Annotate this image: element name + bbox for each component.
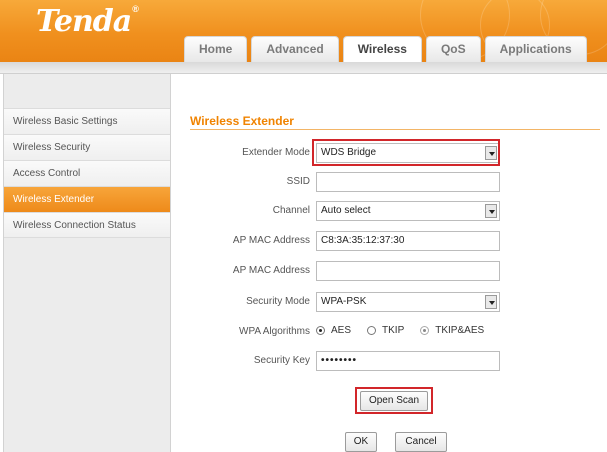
security-key-input[interactable]: •••••••• [316, 351, 500, 371]
dropdown-arrow-icon[interactable] [485, 295, 497, 309]
ap-mac-input-1[interactable]: C8:3A:35:12:37:30 [316, 231, 500, 251]
ap-mac-row-2: AP MAC Address [190, 261, 510, 283]
ap-mac-input-2[interactable] [316, 261, 500, 281]
channel-label: Channel [272, 205, 310, 216]
security-mode-value: WPA-PSK [321, 296, 367, 307]
cancel-button[interactable]: Cancel [395, 432, 447, 452]
sidebar: Wireless Basic Settings Wireless Securit… [3, 74, 171, 452]
ap-mac-label: AP MAC Address [232, 265, 310, 276]
ap-mac-row-1: AP MAC Address C8:3A:35:12:37:30 [190, 231, 510, 253]
wpa-algorithms-row: WPA Algorithms AES TKIP TKIP&AES [190, 322, 510, 344]
radio-tkip-aes-indicator[interactable] [420, 326, 430, 335]
radio-tkip-aes[interactable]: TKIP&AES [420, 325, 484, 336]
sidebar-item-wireless-security[interactable]: Wireless Security [4, 134, 170, 160]
radio-tkip[interactable]: TKIP [367, 325, 404, 336]
wpa-algorithms-radio-group: AES TKIP TKIP&AES [316, 325, 484, 336]
header-divider [0, 62, 607, 74]
open-scan-highlight [355, 387, 433, 414]
tab-home[interactable]: Home [184, 36, 248, 62]
header-bar: Tenda® Home Advanced Wireless QoS Applic… [0, 0, 607, 62]
ssid-row: SSID [190, 172, 510, 194]
ssid-input[interactable] [316, 172, 500, 192]
ok-button[interactable]: OK [345, 432, 377, 452]
security-key-row: Security Key •••••••• [190, 351, 510, 373]
ssid-label: SSID [286, 176, 310, 187]
channel-select[interactable]: Auto select [316, 201, 500, 221]
sidebar-item-wireless-extender[interactable]: Wireless Extender [4, 186, 170, 212]
security-mode-select[interactable]: WPA-PSK [316, 292, 500, 312]
dropdown-arrow-icon[interactable] [485, 204, 497, 218]
tenda-logo: Tenda® [36, 4, 139, 39]
section-title: Wireless Extender [190, 114, 294, 128]
security-mode-label: Security Mode [246, 296, 310, 307]
security-key-label: Security Key [253, 355, 310, 366]
channel-row: Channel Auto select [190, 201, 510, 223]
security-mode-row: Security Mode WPA-PSK [190, 292, 510, 314]
ap-mac-label: AP MAC Address [232, 235, 310, 246]
tab-advanced[interactable]: Advanced [251, 36, 339, 62]
radio-tkip-indicator[interactable] [367, 326, 377, 335]
radio-aes-label: AES [331, 325, 352, 336]
extender-mode-highlight [312, 139, 500, 166]
radio-tkip-label: TKIP [382, 325, 405, 336]
sidebar-item-access-control[interactable]: Access Control [4, 160, 170, 186]
main-tabs: Home Advanced Wireless QoS Applications [184, 36, 587, 62]
tab-wireless[interactable]: Wireless [342, 36, 422, 62]
wpa-algorithms-label: WPA Algorithms [239, 326, 310, 337]
radio-aes-indicator[interactable] [316, 326, 325, 335]
radio-tkip-aes-label: TKIP&AES [435, 325, 485, 336]
radio-aes[interactable]: AES [316, 325, 351, 336]
tab-applications[interactable]: Applications [484, 36, 587, 62]
section-divider [190, 129, 600, 130]
sidebar-item-wireless-connection-status[interactable]: Wireless Connection Status [4, 212, 170, 238]
tab-qos[interactable]: QoS [425, 36, 481, 62]
sidebar-item-wireless-basic-settings[interactable]: Wireless Basic Settings [4, 108, 170, 134]
channel-value: Auto select [321, 205, 371, 216]
extender-mode-label: Extender Mode [242, 147, 310, 158]
